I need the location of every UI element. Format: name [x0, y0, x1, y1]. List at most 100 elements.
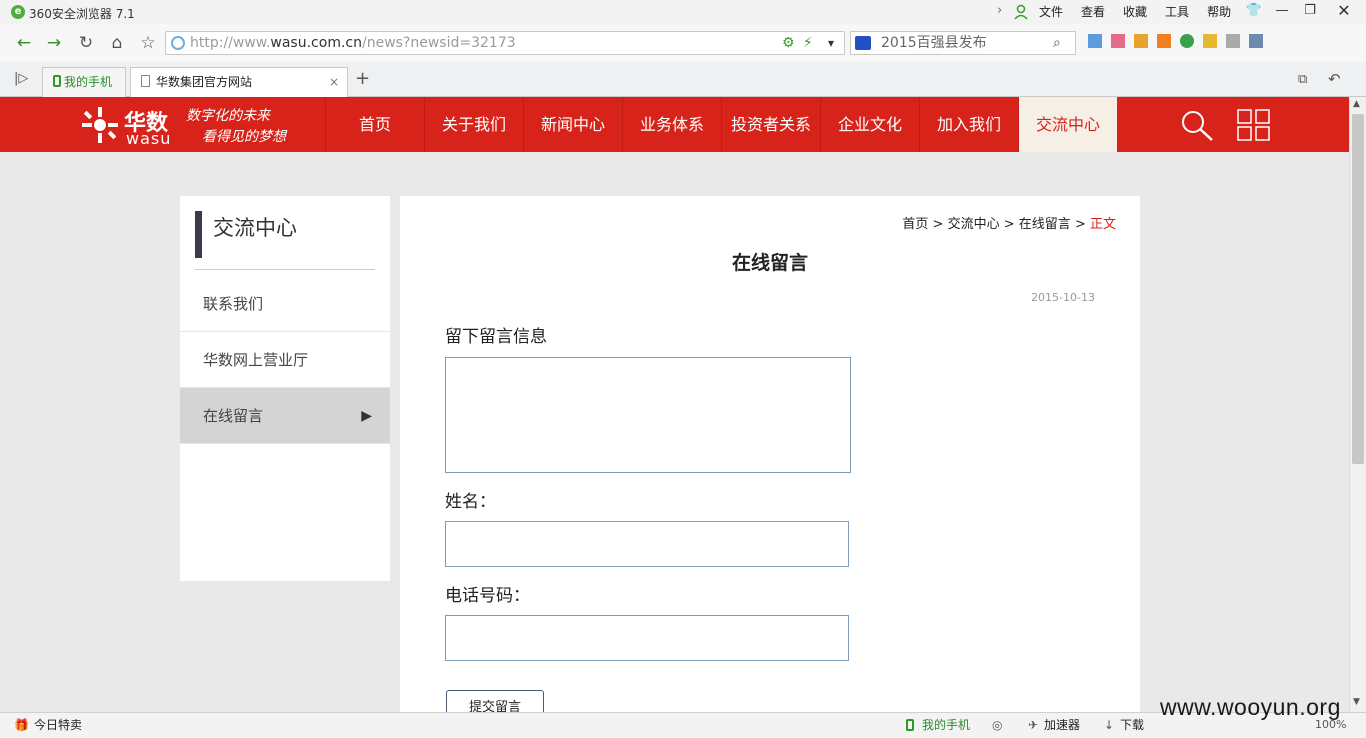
minimize-button[interactable]: — — [1268, 1, 1296, 21]
sidebar-item-label: 华数网上营业厅 — [203, 351, 309, 369]
sidebar-item-contact[interactable]: 联系我们 — [180, 276, 390, 332]
maximize-button[interactable]: ❐ — [1296, 1, 1324, 21]
menu-help[interactable]: 帮助 — [1207, 3, 1231, 20]
scroll-up-icon[interactable]: ▲ — [1353, 99, 1364, 109]
nav-investors[interactable]: 投资者关系 — [721, 97, 820, 152]
forward-icon[interactable]: → — [44, 33, 64, 53]
sidebar-toggle-icon[interactable]: |▷ — [14, 71, 28, 86]
chevron-right-icon[interactable]: › — [997, 3, 1002, 18]
sidebar: 交流中心 联系我们 华数网上营业厅 在线留言 ▶ — [180, 196, 390, 581]
close-button[interactable]: ✕ — [1330, 1, 1358, 21]
breadcrumb-home[interactable]: 首页 — [902, 217, 928, 232]
phone-label: 电话号码： — [445, 586, 530, 606]
url-path: /news?newsid=32173 — [361, 35, 516, 51]
search-input[interactable]: 2015百强县发布 ⌕ — [850, 31, 1076, 55]
gift-icon: 🎁 — [14, 718, 29, 732]
scroll-thumb[interactable] — [1352, 114, 1364, 464]
breadcrumb-section[interactable]: 交流中心 — [948, 217, 1000, 232]
status-download[interactable]: 下载 — [1120, 713, 1144, 737]
close-tab-icon[interactable]: × — [329, 68, 339, 96]
game-icon[interactable] — [1203, 34, 1217, 48]
skin-icon[interactable]: 👕 — [1240, 1, 1268, 21]
sidebar-item-message[interactable]: 在线留言 ▶ — [180, 388, 390, 444]
breadcrumb-sep: > — [1074, 217, 1086, 232]
search-engine-icon[interactable] — [855, 36, 871, 50]
browser-logo-icon: e — [11, 5, 25, 19]
publish-date: 2015-10-13 — [1031, 291, 1095, 304]
nav-join[interactable]: 加入我们 — [919, 97, 1018, 152]
new-tab-button[interactable]: + — [355, 68, 370, 89]
travel-icon[interactable] — [1157, 34, 1171, 48]
submit-button[interactable]: 提交留言 — [446, 690, 544, 712]
menu-tools[interactable]: 工具 — [1165, 3, 1189, 20]
vertical-scrollbar[interactable]: ▲ ▼ — [1349, 97, 1366, 712]
star-icon[interactable]: ☆ — [138, 33, 158, 53]
watermark: www.wooyun.org — [1160, 694, 1341, 720]
nav-about[interactable]: 关于我们 — [424, 97, 523, 152]
sidebar-item-label: 联系我们 — [203, 295, 264, 313]
rocket-icon: ✈ — [1028, 718, 1039, 732]
phone-input[interactable] — [445, 615, 849, 661]
sidebar-title: 交流中心 — [195, 211, 360, 258]
compat-mode-icon[interactable]: ⚙ — [782, 32, 795, 54]
sidebar-divider — [195, 269, 375, 270]
wasu-logo-icon — [82, 107, 118, 143]
network-icon[interactable]: ◎ — [992, 713, 1002, 737]
sidebar-item-online-hall[interactable]: 华数网上营业厅 — [180, 332, 390, 388]
search-icon[interactable]: ⌕ — [1053, 32, 1061, 54]
user-icon[interactable] — [1013, 4, 1029, 20]
speed-mode-icon[interactable]: ⚡ — [803, 32, 813, 54]
back-icon[interactable]: ← — [14, 33, 34, 53]
site-search-icon[interactable] — [1180, 109, 1214, 141]
translate-icon[interactable] — [1249, 34, 1263, 48]
url-prefix: http://www. — [190, 35, 271, 51]
home-icon[interactable]: ⌂ — [107, 33, 127, 53]
mail-icon[interactable] — [1111, 34, 1125, 48]
site-logo[interactable]: 华数 wasu 数字化的未来 看得见的梦想 — [80, 103, 290, 148]
scroll-down-icon[interactable]: ▼ — [1353, 697, 1364, 707]
browser-title: 360安全浏览器 7.1 — [29, 7, 135, 21]
screenshot-icon[interactable] — [1226, 34, 1240, 48]
payment-icon[interactable] — [1180, 34, 1194, 48]
address-bar[interactable]: http://www.wasu.com.cn/news?newsid=32173… — [165, 31, 845, 55]
tab-my-phone[interactable]: 我的手机 — [42, 67, 126, 97]
slogan-line1: 数字化的未来 — [186, 108, 270, 124]
nav-culture[interactable]: 企业文化 — [820, 97, 919, 152]
message-textarea[interactable] — [445, 357, 851, 473]
status-my-phone[interactable]: 我的手机 — [922, 713, 970, 737]
breadcrumb-current: 正文 — [1089, 217, 1116, 232]
nav-business[interactable]: 业务体系 — [622, 97, 721, 152]
breadcrumb: 首页 > 交流中心 > 在线留言 > 正文 — [902, 213, 1116, 232]
page-icon — [141, 75, 150, 87]
status-deals[interactable]: 今日特卖 — [34, 713, 82, 737]
logo-brand-en: wasu — [126, 129, 172, 148]
slogan-line2: 看得见的梦想 — [202, 129, 286, 145]
tab-list-icon[interactable]: ⧉ — [1298, 72, 1307, 87]
nav-home[interactable]: 首页 — [325, 97, 424, 152]
undo-close-icon[interactable]: ↶ — [1328, 70, 1341, 88]
nav-communication[interactable]: 交流中心 — [1018, 97, 1117, 152]
breadcrumb-sep: > — [932, 217, 944, 232]
dropdown-icon[interactable]: ▾ — [828, 32, 834, 54]
nav-news[interactable]: 新闻中心 — [523, 97, 622, 152]
menu-view[interactable]: 查看 — [1081, 3, 1105, 20]
arrow-right-icon: ▶ — [361, 408, 372, 424]
breadcrumb-page[interactable]: 在线留言 — [1019, 217, 1071, 232]
name-input[interactable] — [445, 521, 849, 567]
status-accelerator[interactable]: 加速器 — [1044, 713, 1080, 737]
url-domain: wasu.com.cn — [270, 35, 362, 51]
app-icon[interactable] — [1088, 34, 1102, 48]
phone-icon — [53, 75, 61, 87]
menu-grid-icon[interactable] — [1237, 109, 1271, 141]
tab-label: 我的手机 — [64, 75, 113, 89]
news-icon[interactable] — [1134, 34, 1148, 48]
main-nav: 首页 关于我们 新闻中心 业务体系 投资者关系 企业文化 加入我们 交流中心 — [325, 97, 1117, 152]
tab-wasu[interactable]: 华数集团官方网站 × — [130, 67, 348, 97]
menu-favorites[interactable]: 收藏 — [1123, 3, 1147, 20]
refresh-icon[interactable]: ↻ — [76, 33, 96, 53]
sidebar-item-label: 在线留言 — [203, 407, 264, 425]
menu-file[interactable]: 文件 — [1039, 3, 1063, 20]
site-status-icon — [171, 36, 185, 50]
phone-icon — [906, 719, 914, 731]
name-label: 姓名： — [445, 492, 496, 512]
